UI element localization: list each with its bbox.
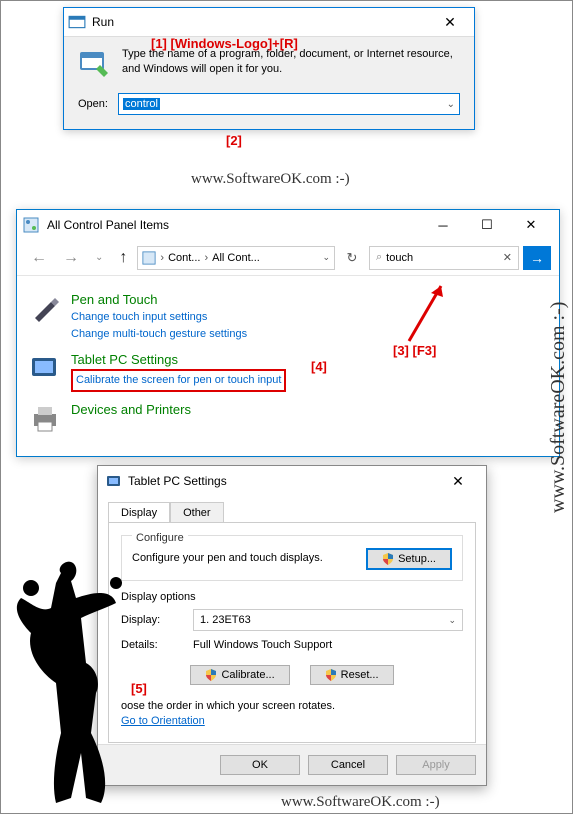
tablet-settings-dialog: Tablet PC Settings ✕ Display Other Confi… [97, 465, 487, 786]
minimize-button[interactable]: ─ [421, 211, 465, 239]
back-button[interactable]: ← [25, 245, 53, 271]
display-label: Display: [121, 614, 181, 626]
run-dialog: Run ✕ Type the name of a program, folder… [63, 7, 475, 130]
category-pen-and-touch: Pen and Touch Change touch input setting… [29, 292, 547, 342]
annotation-2: [2] [226, 133, 242, 148]
breadcrumb-sep: › [204, 252, 208, 264]
pen-icon [29, 292, 61, 324]
cp-titlebar[interactable]: All Control Panel Items ─ ☐ ✕ [17, 210, 559, 240]
ok-button[interactable]: OK [220, 755, 300, 775]
annotation-1: [1] [Windows-Logo]+[R] [151, 36, 298, 51]
details-label: Details: [121, 639, 181, 651]
chevron-down-icon[interactable]: ⌄ [448, 615, 456, 626]
open-label: Open: [78, 98, 108, 110]
calibrate-button-label: Calibrate... [221, 669, 274, 681]
tab-display[interactable]: Display [108, 502, 170, 523]
run-program-icon [78, 47, 110, 79]
category-devices-and-printers: Devices and Printers [29, 402, 547, 434]
configure-legend: Configure [132, 532, 188, 544]
category-link[interactable]: Change touch input settings [71, 309, 247, 326]
tab-other[interactable]: Other [170, 502, 224, 523]
open-combobox[interactable]: control ⌄ [118, 93, 460, 115]
category-link-calibrate[interactable]: Calibrate the screen for pen or touch in… [71, 369, 286, 392]
run-title-text: Run [92, 15, 114, 29]
chevron-down-icon[interactable]: ⌄ [322, 252, 330, 263]
maximize-button[interactable]: ☐ [465, 211, 509, 239]
red-arrow-icon [401, 281, 451, 351]
close-button[interactable]: ✕ [430, 14, 470, 31]
cancel-button[interactable]: Cancel [308, 755, 388, 775]
configure-fieldset: Configure Configure your pen and touch d… [121, 535, 463, 581]
watermark-url-1: www.SoftwareOK.com :-) [191, 171, 350, 188]
apply-button[interactable]: Apply [396, 755, 476, 775]
reset-button[interactable]: Reset... [310, 665, 394, 685]
tablet-title-text: Tablet PC Settings [128, 474, 227, 488]
chevron-down-icon[interactable]: ⌄ [447, 99, 455, 110]
close-button[interactable]: ✕ [438, 473, 478, 490]
orientation-link[interactable]: Go to Orientation [121, 715, 205, 727]
display-options-label: Display options [121, 591, 463, 603]
category-title[interactable]: Tablet PC Settings [71, 352, 286, 367]
tablet-icon [29, 352, 61, 384]
search-value: touch [386, 252, 499, 264]
category-title[interactable]: Pen and Touch [71, 292, 247, 307]
search-icon: ⌕ [376, 251, 382, 264]
watermark-side: www.SoftwareOK.com :-) [547, 1, 570, 813]
cp-title-text: All Control Panel Items [47, 218, 169, 232]
annotation-4: [4] [311, 359, 327, 374]
search-input[interactable]: ⌕ touch ✕ [369, 246, 519, 270]
shield-icon [382, 553, 394, 565]
breadcrumb-sep: › [160, 252, 164, 264]
calibrate-button[interactable]: Calibrate... [190, 665, 289, 685]
category-title[interactable]: Devices and Printers [71, 402, 191, 417]
watermark-url-2: www.SoftwareOK.com :-) [281, 794, 440, 811]
forward-button[interactable]: → [57, 245, 85, 271]
breadcrumb-seg2[interactable]: All Cont... [212, 252, 260, 264]
run-titlebar[interactable]: Run ✕ [64, 8, 474, 36]
display-combobox[interactable]: 1. 23ET63 ⌄ [193, 609, 463, 631]
run-description: Type the name of a program, folder, docu… [122, 47, 460, 79]
configure-text: Configure your pen and touch displays. [132, 551, 346, 566]
setup-button-label: Setup... [398, 553, 436, 565]
reset-button-label: Reset... [341, 669, 379, 681]
control-panel-icon [142, 251, 156, 265]
annotation-5: [5] [131, 681, 147, 696]
address-bar[interactable]: › Cont... › All Cont... ⌄ [137, 246, 335, 270]
tab-display-content: Configure Configure your pen and touch d… [108, 522, 476, 743]
breadcrumb-seg1[interactable]: Cont... [168, 252, 200, 264]
setup-button[interactable]: Setup... [366, 548, 452, 570]
display-value: 1. 23ET63 [200, 614, 251, 626]
shield-icon [205, 669, 217, 681]
rotation-order-text: oose the order in which your screen rota… [121, 699, 463, 730]
up-button[interactable]: ↑ [113, 245, 133, 271]
category-link[interactable]: Change multi-touch gesture settings [71, 326, 247, 343]
control-panel-icon [23, 217, 39, 233]
refresh-button[interactable]: ↻ [339, 250, 365, 266]
clear-search-button[interactable]: ✕ [503, 251, 512, 264]
control-panel-window: All Control Panel Items ─ ☐ ✕ ← → ⌄ ↑ › … [16, 209, 560, 457]
tablet-titlebar[interactable]: Tablet PC Settings ✕ [98, 466, 486, 496]
tablet-icon [106, 473, 122, 489]
run-icon [68, 13, 86, 31]
category-tablet-pc-settings: Tablet PC Settings Calibrate the screen … [29, 352, 547, 392]
open-value: control [123, 98, 160, 110]
shield-icon [325, 669, 337, 681]
printer-icon [29, 402, 61, 434]
cp-toolbar: ← → ⌄ ↑ › Cont... › All Cont... ⌄ ↻ ⌕ to… [17, 240, 559, 276]
details-value: Full Windows Touch Support [193, 639, 332, 651]
history-dropdown[interactable]: ⌄ [89, 248, 109, 267]
